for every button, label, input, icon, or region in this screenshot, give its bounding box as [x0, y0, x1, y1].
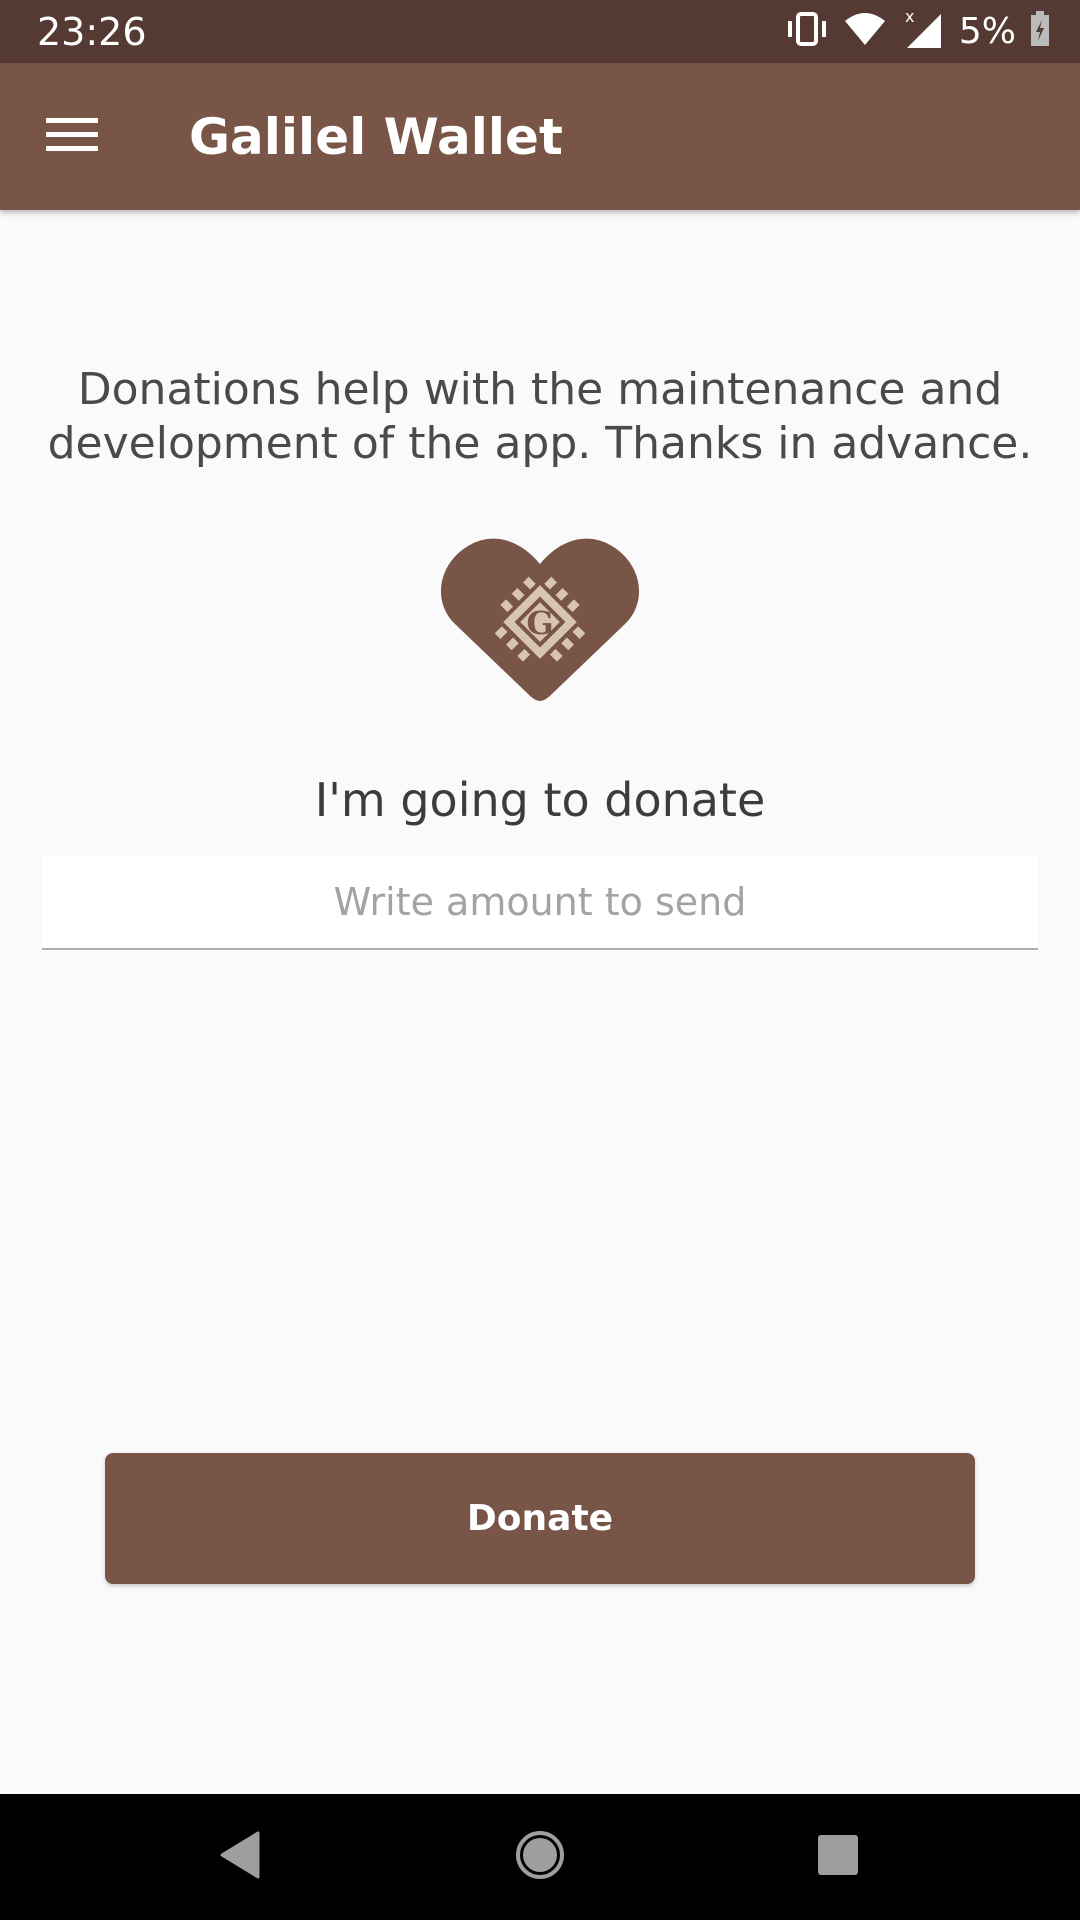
status-bar: 23:26 x 5% — [0, 0, 1080, 63]
back-icon — [218, 1831, 262, 1884]
cell-signal-icon: x — [901, 7, 945, 55]
battery-percent: 5% — [958, 10, 1016, 52]
home-icon — [514, 1829, 566, 1886]
wifi-icon — [843, 11, 887, 52]
svg-text:G: G — [526, 604, 553, 642]
status-time: 23:26 — [37, 10, 147, 54]
battery-charging-icon — [1030, 10, 1050, 52]
app-title: Galilel Wallet — [189, 108, 563, 166]
recents-icon — [817, 1834, 859, 1881]
svg-text:x: x — [905, 8, 914, 26]
status-icons: x 5% — [785, 7, 1050, 55]
donate-heading: I'm going to donate — [314, 773, 766, 827]
navigation-bar — [0, 1794, 1080, 1920]
donation-intro-text: Donations help with the maintenance and … — [47, 364, 1033, 469]
app-bar: Galilel Wallet — [0, 63, 1080, 210]
donate-button[interactable]: Donate — [105, 1453, 975, 1584]
menu-button[interactable] — [36, 109, 108, 165]
amount-input[interactable] — [42, 856, 1038, 948]
nav-back-button[interactable] — [200, 1817, 280, 1897]
nav-recents-button[interactable] — [798, 1817, 878, 1897]
vibrate-icon — [785, 11, 829, 52]
hamburger-menu-icon — [46, 115, 98, 160]
amount-field — [42, 856, 1038, 950]
galilel-heart-logo-icon: G — [440, 536, 640, 706]
nav-home-button[interactable] — [500, 1817, 580, 1897]
